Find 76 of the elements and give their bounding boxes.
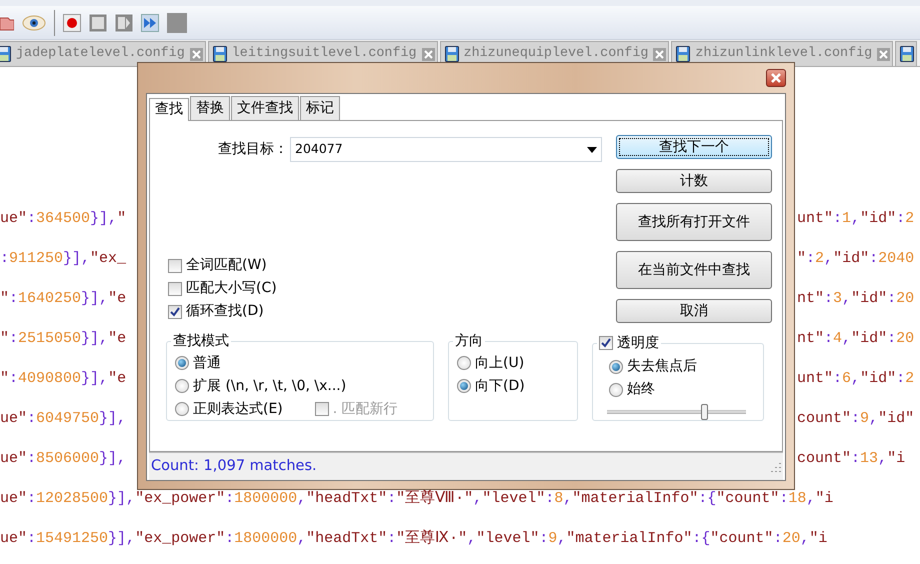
option-label: 失去焦点后 xyxy=(627,357,697,376)
close-icon[interactable] xyxy=(190,48,203,60)
floppy-icon xyxy=(212,46,227,62)
eye-icon[interactable] xyxy=(22,14,46,32)
code-text: unt":1,"id":2 xyxy=(797,210,914,227)
close-icon[interactable] xyxy=(653,48,666,60)
code-text: nt":3,"id":20 xyxy=(797,290,914,307)
code-text: ":4090800}],"e xyxy=(0,370,126,387)
radio-button[interactable] xyxy=(609,382,623,396)
radio-button[interactable] xyxy=(175,379,189,394)
code-text: ":1640250}],"e xyxy=(0,290,126,307)
stop-icon[interactable] xyxy=(89,14,107,32)
option-label: 向上(U) xyxy=(475,354,524,373)
option-label: 普通 xyxy=(193,354,221,373)
option-label: 始终 xyxy=(627,380,655,399)
option-label: 扩展 (\n, \r, \t, \0, \x...) xyxy=(193,376,346,396)
folder-icon[interactable] xyxy=(0,14,14,30)
code-text: ue":364500}]," xyxy=(0,210,126,227)
radio-button[interactable] xyxy=(457,356,471,370)
code-text: ":2515050}],"e xyxy=(0,330,126,347)
radio-button[interactable] xyxy=(175,356,189,370)
option-label: 透明度 xyxy=(617,334,659,352)
radio-button[interactable] xyxy=(609,360,623,374)
dialog-tab[interactable]: 文件查找 xyxy=(231,96,299,120)
option-label: 循环查找(D) xyxy=(186,302,264,321)
option-label: 全词匹配(W) xyxy=(186,256,267,275)
floppy-icon xyxy=(900,46,914,62)
code-text: nt":4,"id":20 xyxy=(797,330,914,347)
check-icon xyxy=(601,338,611,348)
search-combo[interactable]: 204077 xyxy=(290,137,602,162)
code-text: ue":6049750}], xyxy=(0,410,126,427)
option-label: 向下(D) xyxy=(475,376,525,396)
dialog-button[interactable]: 计数 xyxy=(616,169,772,193)
close-icon xyxy=(771,73,781,83)
status-text: Count: 1,097 matches. xyxy=(151,456,317,476)
checkbox[interactable] xyxy=(168,258,182,272)
code-text: count":13,"i xyxy=(797,450,906,467)
dialog-tab[interactable]: 替换 xyxy=(190,96,230,120)
record-icon[interactable] xyxy=(63,14,81,32)
resize-grip-icon[interactable] xyxy=(771,462,781,472)
group-title: 方向 xyxy=(454,333,484,350)
square-icon[interactable] xyxy=(167,12,187,32)
code-line: ue":12028500}],"ex_power":1800000,"headTxt":"至尊Ⅷ·","level":8,"materialInfo":{"count":18,"i xyxy=(0,488,834,509)
close-icon[interactable] xyxy=(877,48,890,60)
dialog-button[interactable]: 查找所有打开文件 xyxy=(616,203,772,241)
code-text: :911250}],"ex_ xyxy=(0,250,126,267)
code-text: unt":6,"id":2 xyxy=(797,370,914,387)
floppy-icon xyxy=(0,46,11,62)
option-label: 正则表达式(E) xyxy=(193,400,283,419)
close-button[interactable] xyxy=(766,69,786,87)
checkbox[interactable] xyxy=(599,336,613,350)
dialog-tab[interactable]: 标记 xyxy=(300,96,340,120)
radio-button[interactable] xyxy=(175,402,189,416)
option-label: . 匹配新行 xyxy=(332,400,398,419)
code-text: ":2,"id":2040 xyxy=(797,250,914,267)
dialog-button[interactable]: 查找下一个 xyxy=(616,135,772,159)
play-icon[interactable] xyxy=(115,14,133,32)
check-icon xyxy=(170,306,180,316)
close-icon[interactable] xyxy=(422,48,435,60)
option-label: 匹配大小写(C) xyxy=(186,279,277,298)
code-text: count":9,"id" xyxy=(797,410,914,427)
group-title: 查找模式 xyxy=(172,333,230,350)
slider-thumb[interactable] xyxy=(701,404,708,420)
field-label: 查找目标： xyxy=(217,140,288,159)
radio-button[interactable] xyxy=(457,379,471,394)
code-line: ue":15491250}],"ex_power":1800000,"headTxt":"至尊Ⅸ·","level":9,"materialInfo":{"count":20,"i xyxy=(0,528,828,549)
code-text: ue":8506000}], xyxy=(0,450,126,467)
dialog-button[interactable]: 在当前文件中查找 xyxy=(616,251,772,289)
floppy-icon xyxy=(676,46,690,62)
dropdown-icon xyxy=(587,146,597,152)
fast-forward-icon[interactable] xyxy=(141,14,159,32)
dialog-button[interactable]: 取消 xyxy=(616,299,772,323)
dialog-tab[interactable]: 查找 xyxy=(149,98,189,121)
checkbox[interactable] xyxy=(168,282,182,296)
checkbox[interactable] xyxy=(168,304,182,318)
floppy-icon xyxy=(444,46,459,62)
